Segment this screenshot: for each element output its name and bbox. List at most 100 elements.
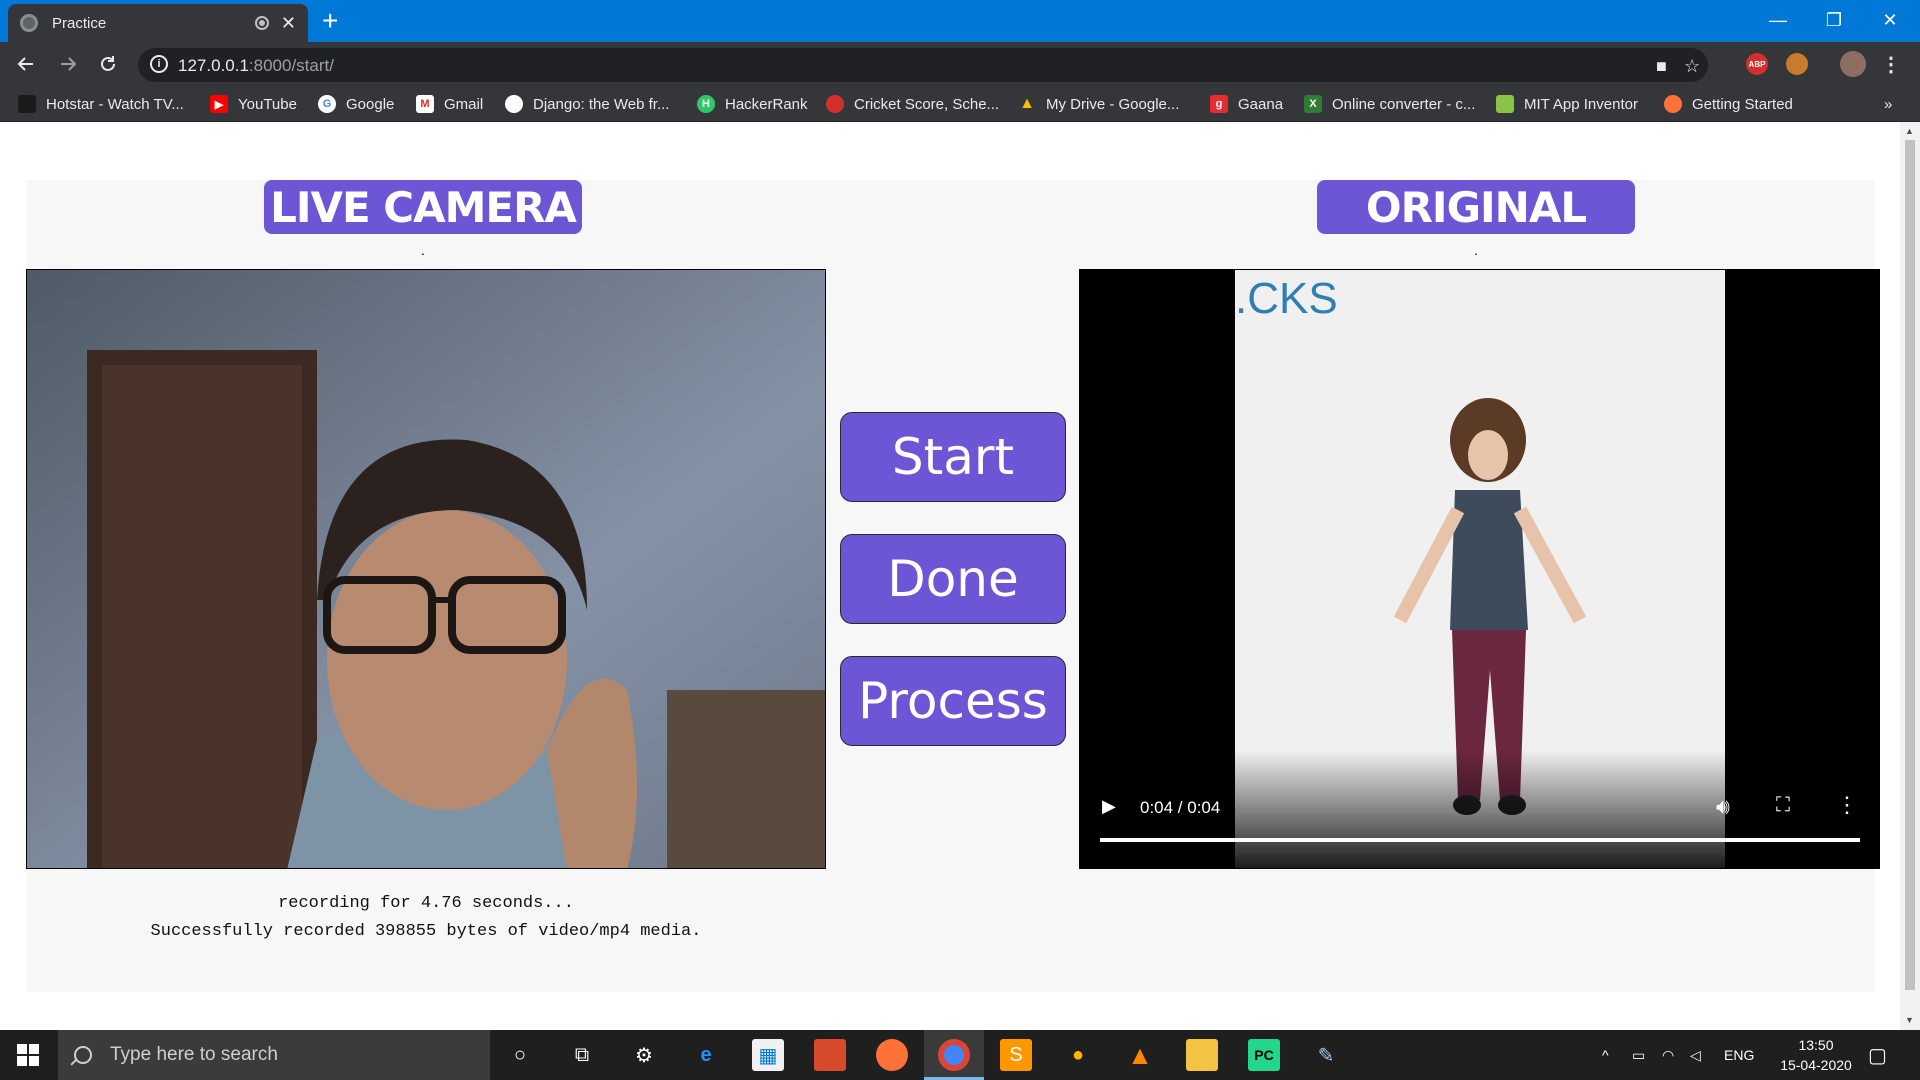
- cookie-extension-icon[interactable]: [1786, 53, 1808, 75]
- office-icon[interactable]: [814, 1039, 846, 1071]
- bookmarks-overflow-button[interactable]: »: [1884, 94, 1892, 114]
- recording-indicator-icon: [254, 16, 269, 30]
- bookmark-youtube[interactable]: ▶ YouTube: [210, 94, 297, 114]
- video-menu-icon[interactable]: ⋮: [1836, 792, 1858, 818]
- log-line: recording for 4.76 seconds...: [278, 894, 574, 913]
- speaker-icon[interactable]: ◁: [1690, 1030, 1701, 1080]
- tray-overflow-icon[interactable]: ^: [1602, 1030, 1609, 1080]
- appinventor-icon: [1496, 95, 1514, 113]
- vlc-icon[interactable]: ▲: [1124, 1039, 1156, 1071]
- webcam-image: [27, 270, 825, 868]
- new-tab-button[interactable]: +: [322, 6, 338, 36]
- bookmark-star-icon[interactable]: ☆: [1684, 56, 1700, 77]
- windows-start-icon[interactable]: [12, 1039, 44, 1071]
- clock-time: 13:50: [1798, 1037, 1834, 1053]
- language-indicator[interactable]: ENG: [1724, 1030, 1754, 1080]
- converter-icon: X: [1304, 95, 1322, 113]
- reload-button[interactable]: [94, 50, 122, 78]
- search-icon: [74, 1046, 92, 1064]
- restore-button[interactable]: ❐: [1806, 0, 1862, 40]
- chrome-icon[interactable]: [938, 1039, 970, 1071]
- volume-icon[interactable]: 🔊︎: [1716, 794, 1730, 820]
- tab-title: Practice: [52, 14, 107, 32]
- windows-logo-icon: [17, 1044, 39, 1066]
- cortana-icon[interactable]: ○: [504, 1039, 536, 1071]
- video-time: 0:04 / 0:04: [1140, 798, 1221, 817]
- django-icon: [505, 95, 523, 113]
- hackerrank-icon: H: [697, 95, 715, 113]
- edge-icon[interactable]: e: [690, 1039, 722, 1071]
- original-video-player[interactable]: .CKS ▶ 0:04 / 0:04 🔊︎ ⛶ ⋮: [1079, 269, 1880, 869]
- bookmark-hotstar[interactable]: Hotstar - Watch TV...: [18, 94, 184, 114]
- file-explorer-icon[interactable]: [1186, 1039, 1218, 1071]
- page-scrollbar[interactable]: ▲ ▼: [1900, 122, 1920, 1030]
- forward-arrow-icon: [61, 57, 77, 71]
- scroll-down-icon[interactable]: ▼: [1905, 1015, 1914, 1025]
- window-close-button[interactable]: ✕: [1862, 0, 1918, 40]
- bookmark-app-inventor[interactable]: MIT App Inventor: [1496, 94, 1638, 114]
- video-progress-fill: [1100, 838, 1860, 842]
- video-overlay-text: .CKS: [1235, 274, 1338, 323]
- bookmark-gmail[interactable]: M Gmail: [416, 94, 483, 114]
- bookmark-drive[interactable]: ▲ My Drive - Google...: [1018, 94, 1179, 114]
- bookmark-gaana[interactable]: g Gaana: [1210, 94, 1283, 114]
- taskbar-search-box[interactable]: Type here to search: [58, 1030, 490, 1080]
- scrollbar-thumb[interactable]: [1905, 140, 1915, 990]
- start-button[interactable]: Start: [840, 412, 1066, 502]
- notifications-icon[interactable]: ▢: [1868, 1030, 1887, 1080]
- browser-tab[interactable]: Practice ✕: [8, 4, 308, 42]
- bookmark-cricket[interactable]: Cricket Score, Sche...: [826, 94, 999, 114]
- search-placeholder: Type here to search: [110, 1044, 278, 1065]
- browser-titlebar: Practice ✕ + — ❐ ✕: [0, 0, 1920, 42]
- profile-avatar[interactable]: [1840, 51, 1866, 77]
- play-icon[interactable]: ▶: [1102, 796, 1116, 817]
- clock[interactable]: 13:50 15-04-2020: [1770, 1030, 1862, 1080]
- store-icon[interactable]: ▦: [752, 1039, 784, 1071]
- pycharm-icon[interactable]: PC: [1248, 1039, 1280, 1071]
- page-favicon-icon: [20, 14, 38, 32]
- task-view-icon[interactable]: ⧉: [566, 1039, 598, 1071]
- gmail-icon: M: [416, 95, 434, 113]
- adblock-extension-icon[interactable]: ABP: [1746, 53, 1768, 75]
- reload-icon: [101, 56, 115, 71]
- sublime-icon[interactable]: S: [1000, 1039, 1032, 1071]
- google-icon: G: [318, 95, 336, 113]
- video-progress-track[interactable]: [1100, 838, 1860, 842]
- site-info-icon[interactable]: i: [150, 55, 168, 73]
- bookmarks-bar: Hotstar - Watch TV... ▶ YouTube G Google M…: [0, 86, 1920, 122]
- battery-icon[interactable]: ▭: [1632, 1030, 1645, 1080]
- fullscreen-icon[interactable]: ⛶: [1776, 794, 1790, 817]
- separator-dot: .: [1474, 242, 1478, 258]
- bookmark-getting-started[interactable]: Getting Started: [1664, 94, 1793, 114]
- separator-dot: .: [421, 242, 425, 258]
- back-arrow-icon: [17, 57, 33, 71]
- done-button[interactable]: Done: [840, 534, 1066, 624]
- original-heading: ORIGINAL: [1317, 180, 1635, 234]
- video-frame: [1080, 270, 1879, 868]
- cricket-icon: [826, 95, 844, 113]
- bookmark-converter[interactable]: X Online converter - c...: [1304, 94, 1475, 114]
- bookmark-google[interactable]: G Google: [318, 94, 394, 114]
- forward-button[interactable]: [54, 50, 82, 78]
- windows-taskbar: Type here to search ○ ⧉ ⚙ e ▦ S ● ▲ PC ✎…: [0, 1030, 1920, 1080]
- paint-icon[interactable]: ✎: [1310, 1039, 1342, 1071]
- settings-gear-icon[interactable]: ⚙: [628, 1039, 660, 1071]
- bookmark-hackerrank[interactable]: H HackerRank: [697, 94, 808, 114]
- bookmark-django[interactable]: Django: the Web fr...: [505, 94, 669, 114]
- anaconda-icon[interactable]: ●: [1062, 1039, 1094, 1071]
- process-button[interactable]: Process: [840, 656, 1066, 746]
- camera-in-use-icon[interactable]: ■: [1656, 56, 1667, 77]
- youtube-icon: ▶: [210, 95, 228, 113]
- scroll-up-icon[interactable]: ▲: [1905, 126, 1914, 136]
- live-camera-heading: LIVE CAMERA: [264, 180, 582, 234]
- browser-menu-icon[interactable]: ⋮: [1880, 53, 1902, 76]
- back-button[interactable]: [12, 50, 40, 78]
- firefox-taskbar-icon[interactable]: [876, 1039, 908, 1071]
- tab-close-icon[interactable]: ✕: [281, 13, 296, 34]
- gaana-icon: g: [1210, 95, 1228, 113]
- firefox-icon: [1664, 95, 1682, 113]
- live-camera-feed: [26, 269, 826, 869]
- wifi-icon[interactable]: ◠: [1662, 1030, 1674, 1080]
- address-bar[interactable]: i 127.0.0.1:8000/start/ ■ ☆: [138, 48, 1708, 82]
- minimize-button[interactable]: —: [1750, 0, 1806, 40]
